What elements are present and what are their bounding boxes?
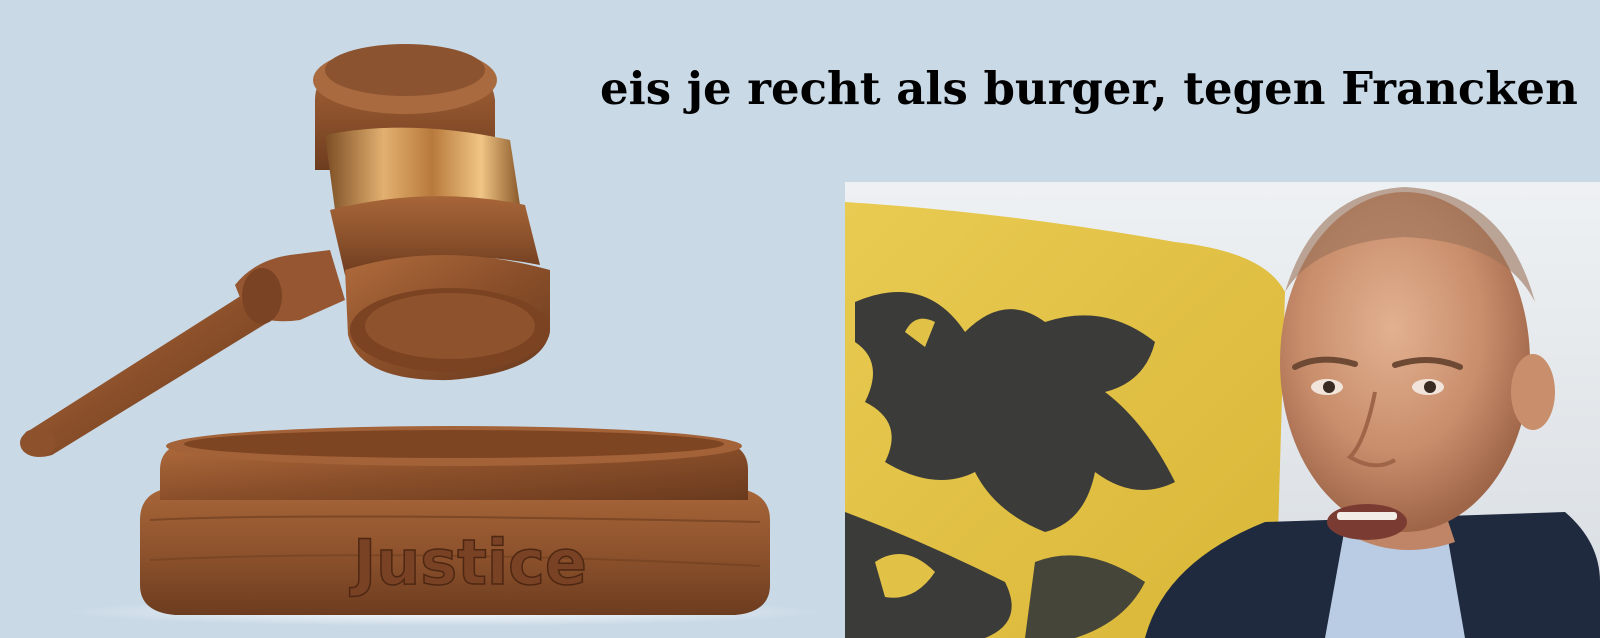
justice-engraving: Justice [349,526,587,599]
sound-block-icon: Justice [140,426,770,615]
gavel-icon [20,44,550,457]
gavel-illustration: Justice [20,44,825,626]
photo-panel [845,182,1600,638]
